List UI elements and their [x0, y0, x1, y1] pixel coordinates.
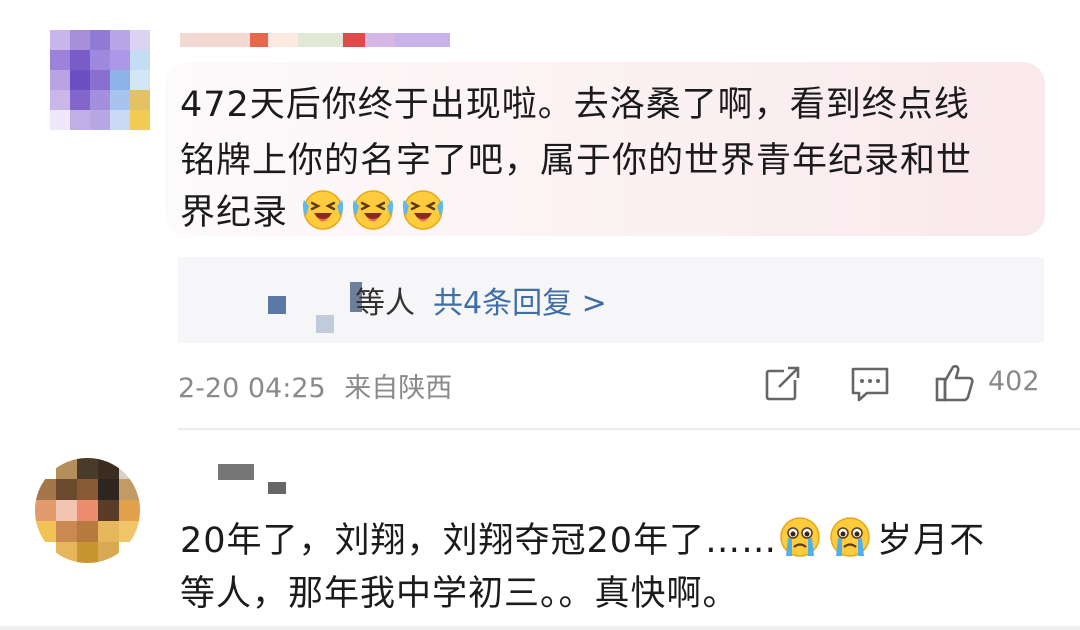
emoji-row: [777, 517, 877, 561]
comment-text-line-1: 20年了，刘翔，刘翔夺冠20年了…… 岁月不: [180, 512, 985, 563]
reply-preview-box[interactable]: [178, 257, 1044, 343]
thumbs-up-icon[interactable]: [934, 362, 976, 408]
username-blurred[interactable]: [180, 33, 450, 47]
reply-avatar-blurred: [268, 296, 286, 314]
reply-summary[interactable]: 等人 共4条回复 >: [355, 278, 607, 322]
share-icon[interactable]: [764, 365, 802, 407]
comment-feed: 472天后你终于出现啦。去洛桑了啊，看到终点线 铭牌上你的名字了吧，属于你的世界…: [0, 0, 1080, 630]
avatar[interactable]: [50, 30, 150, 130]
comment-text-line-3-text: 界纪录: [180, 193, 289, 233]
username-blurred[interactable]: [218, 462, 308, 494]
comment-text-line-1: 472天后你终于出现啦。去洛桑了啊，看到终点线: [180, 85, 970, 125]
reply-users-suffix: 等人: [355, 286, 415, 321]
avatar[interactable]: [35, 458, 140, 563]
comment-text-after-emoji: 岁月不: [877, 521, 986, 561]
view-replies-link[interactable]: 共4条回复 >: [433, 286, 607, 321]
comment-meta: 2-20 04:25 来自陕西: [178, 366, 452, 405]
location: 来自陕西: [344, 373, 453, 404]
laughing-crying-emoji: [403, 190, 444, 230]
comment-icon[interactable]: [850, 366, 890, 408]
timestamp: 2-20 04:25: [178, 373, 326, 404]
divider: [0, 626, 1080, 630]
like-count: 402: [988, 366, 1040, 397]
reply-avatar-blurred: [316, 315, 334, 333]
crying-emoji: [830, 517, 870, 557]
divider: [178, 428, 1080, 430]
laughing-crying-emoji: [303, 190, 344, 230]
comment-text-line-3: 界纪录: [180, 184, 450, 235]
comment-text-line-2: 等人，那年我中学初三。。真快啊。: [180, 574, 739, 614]
comment-text-line-2: 铭牌上你的名字了吧，属于你的世界青年纪录和世: [180, 141, 973, 181]
comment-text-before-emoji: 20年了，刘翔，刘翔夺冠20年了……: [180, 521, 778, 561]
emoji-row: [300, 190, 450, 233]
laughing-crying-emoji: [353, 190, 394, 230]
crying-emoji: [780, 517, 820, 557]
